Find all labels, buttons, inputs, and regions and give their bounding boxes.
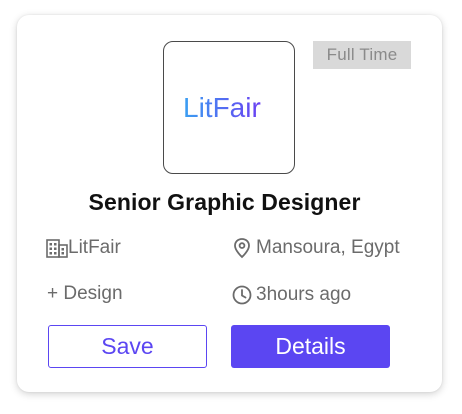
posted-time-meta: 3hours ago [231,284,351,306]
location-pin-icon [234,238,250,259]
clock-icon [232,285,252,305]
category-text: + Design [47,283,123,304]
posted-time-text: 3hours ago [256,284,352,305]
company-name: LitFair [68,237,121,258]
job-card: Full Time LitFair Senior Graphic Designe… [17,15,442,392]
location-meta: Mansoura, Egypt [232,237,400,259]
location-text: Mansoura, Egypt [256,237,400,258]
litfair-logo: LitFair [183,92,261,123]
logo-wordmark: LitFair [183,92,261,123]
details-button[interactable]: Details [231,325,390,368]
job-title: Senior Graphic Designer [88,189,361,215]
company-meta: LitFair [46,237,121,259]
save-button[interactable]: Save [48,325,207,368]
category-meta: + Design [47,283,123,305]
company-logo: LitFair [163,41,295,174]
building-icon [46,239,68,258]
employment-type-badge: Full Time [313,41,411,69]
